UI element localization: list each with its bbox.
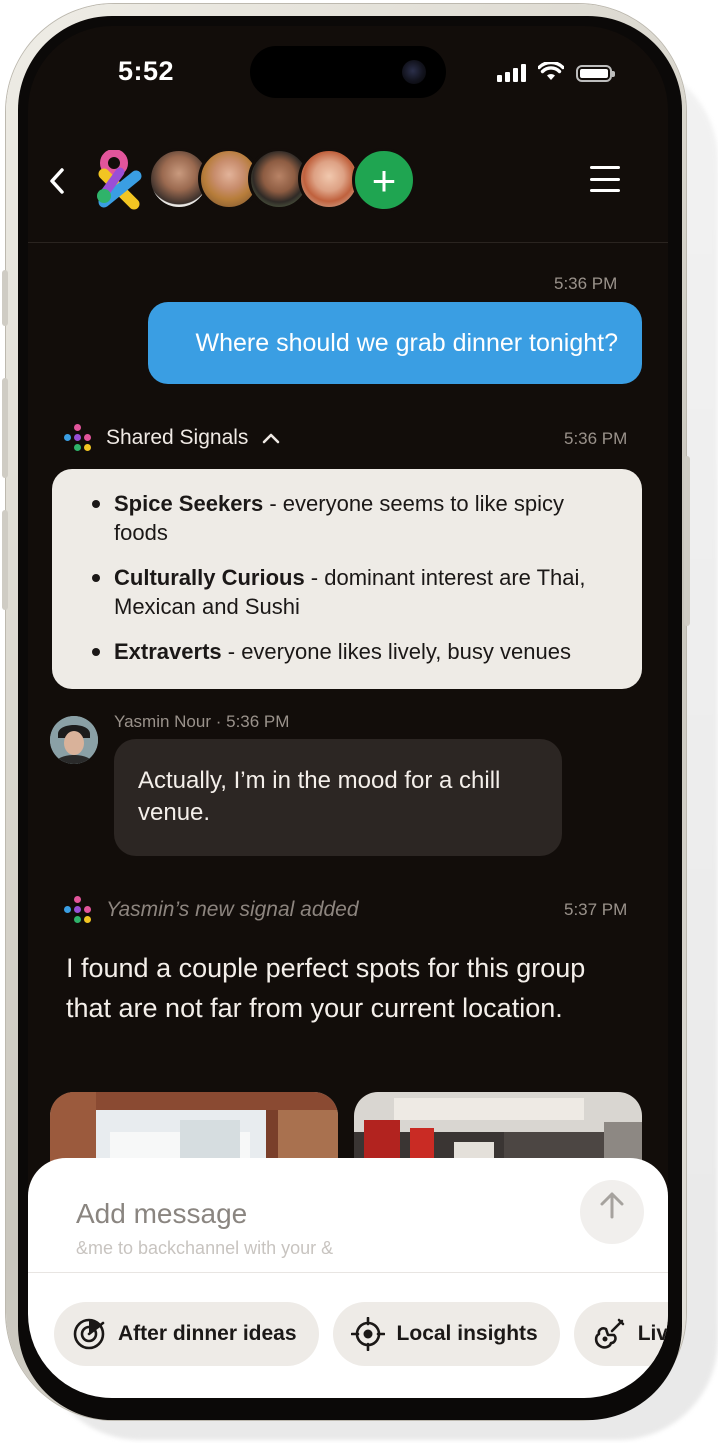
- message-time: 5:36 PM: [226, 712, 290, 731]
- chip-label: Live: [637, 1322, 668, 1345]
- chip-label: After dinner ideas: [118, 1322, 297, 1345]
- chip-local-insights[interactable]: Local insights: [332, 1302, 560, 1366]
- signal-item: Culturally Curious - dominant interest a…: [92, 563, 614, 621]
- arrow-up-icon: [600, 1192, 624, 1219]
- chat-header: +: [28, 144, 668, 243]
- assistant-reply: I found a couple perfect spots for this …: [66, 953, 586, 1023]
- app-logo: [97, 150, 142, 210]
- chevron-up-icon: [263, 433, 280, 444]
- wifi-icon: [538, 62, 564, 80]
- signals-dots-icon: [64, 896, 92, 924]
- new-signal-notice: Yasmin’s new signal added: [64, 896, 359, 924]
- chevron-left-icon[interactable]: [46, 166, 76, 206]
- guitar-icon: [594, 1318, 625, 1349]
- cellular-signal-icon: [497, 64, 526, 82]
- sender-name: Yasmin Nour: [114, 712, 211, 731]
- shared-signals-title: Shared Signals: [106, 426, 249, 449]
- hamburger-icon[interactable]: [590, 166, 620, 192]
- chip-label: Local insights: [396, 1322, 538, 1345]
- message-composer: Add message &me to backchannel with your…: [28, 1158, 668, 1398]
- shared-signals-card: Spice Seekers - everyone seems to like s…: [52, 469, 642, 689]
- camera-icon: [402, 60, 426, 84]
- signal-item: Spice Seekers - everyone seems to like s…: [92, 489, 614, 547]
- screen: 5:52 + 5:36 PM Where should we grab dinn…: [28, 26, 668, 1398]
- status-icons: [497, 62, 615, 82]
- shared-signals-toggle[interactable]: Shared Signals: [64, 424, 280, 452]
- composer-divider: [28, 1272, 668, 1273]
- radar-icon: [73, 1318, 105, 1350]
- message-input[interactable]: Add message: [76, 1198, 247, 1230]
- add-member-button[interactable]: +: [352, 148, 416, 212]
- yasmin-meta: Yasmin Nour · 5:36 PM: [114, 712, 290, 731]
- chip-after-dinner-ideas[interactable]: After dinner ideas: [54, 1302, 319, 1366]
- send-button[interactable]: [580, 1180, 644, 1244]
- chip-live[interactable]: Live: [573, 1302, 668, 1366]
- volume-down-button: [2, 510, 8, 610]
- suggestion-chips: After dinner ideas Local insights Live: [54, 1302, 668, 1366]
- volume-up-button: [2, 378, 8, 478]
- status-time: 5:52: [118, 56, 175, 86]
- incoming-message[interactable]: Actually, I’m in the mood for a chill ve…: [114, 739, 562, 856]
- new-signal-label: Yasmin’s new signal added: [106, 898, 359, 921]
- signals-dots-icon: [64, 424, 92, 452]
- mute-switch: [2, 270, 8, 326]
- target-icon: [350, 1317, 385, 1351]
- member-avatar-4[interactable]: [298, 148, 360, 210]
- outgoing-timestamp: 5:36 PM: [554, 274, 618, 293]
- battery-icon: [576, 65, 615, 82]
- yasmin-avatar[interactable]: [50, 716, 98, 764]
- power-button: [684, 456, 690, 626]
- signal-item: Extraverts - everyone likes lively, busy…: [92, 637, 614, 666]
- new-signal-timestamp: 5:37 PM: [564, 900, 628, 919]
- outgoing-message[interactable]: Where should we grab dinner tonight?: [148, 302, 642, 384]
- signals-timestamp: 5:36 PM: [564, 429, 628, 448]
- composer-hint: &me to backchannel with your &: [76, 1238, 334, 1258]
- dynamic-island: [250, 46, 446, 98]
